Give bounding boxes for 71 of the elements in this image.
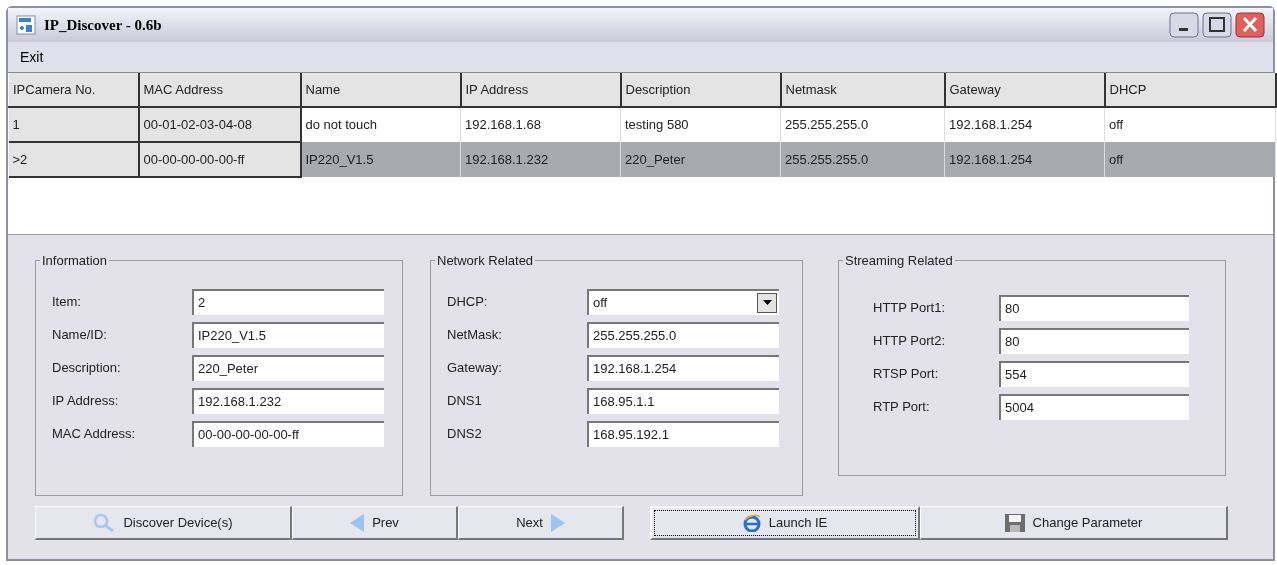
action-button[interactable]: Launch IE <box>650 506 920 540</box>
input-field[interactable]: 192.168.1.254 <box>587 354 779 381</box>
column-header[interactable]: DHCP <box>1104 73 1276 107</box>
field-label: IP Address: <box>52 391 120 410</box>
field-label: HTTP Port1: <box>873 298 946 317</box>
input-field[interactable]: 220_Peter <box>192 354 384 381</box>
field-label: HTTP Port2: <box>873 331 946 350</box>
field-label: RTP Port: <box>873 397 931 416</box>
search-icon <box>93 512 116 533</box>
group-title: Information <box>41 252 109 270</box>
input-field[interactable]: 255.255.255.0 <box>587 321 779 348</box>
input-field[interactable]: 168.95.1.1 <box>587 387 779 414</box>
input-field[interactable]: 192.168.1.232 <box>192 387 384 414</box>
table-cell: 00-00-00-00-00-ff <box>138 142 301 177</box>
field-label: DHCP: <box>447 292 489 311</box>
table-cell: testing 580 <box>620 107 781 142</box>
column-header[interactable]: Description <box>620 73 781 107</box>
action-button[interactable]: Next <box>458 506 624 540</box>
field-label: DNS1 <box>447 391 483 410</box>
table-cell: 255.255.255.0 <box>780 107 945 142</box>
input-field[interactable]: 80 <box>999 294 1189 321</box>
table-cell: 192.168.1.232 <box>460 142 621 177</box>
table-cell: 00-01-02-03-04-08 <box>138 107 301 142</box>
field-label: Gateway: <box>447 358 503 377</box>
input-field[interactable]: 2 <box>192 288 384 315</box>
input-field[interactable]: 5004 <box>999 393 1189 420</box>
dropdown-arrow-icon <box>762 300 772 305</box>
menu-item[interactable]: Exit <box>16 46 48 68</box>
column-header[interactable]: Netmask <box>780 73 945 107</box>
field-label: RTSP Port: <box>873 364 940 383</box>
right-arrow-icon <box>550 513 565 532</box>
table-cell: IP220_V1.5 <box>300 142 461 177</box>
table-cell: do not touch <box>300 107 461 142</box>
column-header[interactable]: Gateway <box>944 73 1105 107</box>
table-cell: 192.168.1.254 <box>944 107 1105 142</box>
field-label: Item: <box>52 292 82 311</box>
browser-icon <box>742 514 761 532</box>
close-icon[interactable] <box>1235 12 1265 38</box>
column-header[interactable]: Name <box>300 73 461 107</box>
table-cell: 192.168.1.254 <box>944 142 1105 177</box>
table-cell: 255.255.255.0 <box>780 142 945 177</box>
maximize-icon[interactable] <box>1202 12 1232 38</box>
table-cell: off <box>1104 107 1276 142</box>
action-button[interactable]: Prev <box>292 506 458 540</box>
table-cell: 192.168.1.68 <box>460 107 621 142</box>
input-field[interactable]: 554 <box>999 360 1189 387</box>
field-label: Description: <box>52 358 122 377</box>
input-field[interactable]: 00-00-00-00-00-ff <box>192 420 384 447</box>
field-label: MAC Address: <box>52 424 137 443</box>
field-label: NetMask: <box>447 325 503 344</box>
dhcp-dropdown[interactable]: off <box>587 288 779 315</box>
action-button[interactable]: Change Parameter <box>920 506 1228 540</box>
row-header[interactable]: 1 <box>8 107 139 142</box>
group-title: Streaming Related <box>844 252 954 270</box>
column-header[interactable]: IP Address <box>460 73 621 107</box>
group-title: Network Related <box>436 252 535 270</box>
input-field[interactable]: 80 <box>999 327 1189 354</box>
field-label: Name/ID: <box>52 325 108 344</box>
column-header[interactable]: IPCamera No. <box>8 73 139 107</box>
action-button[interactable]: Discover Device(s) <box>35 506 292 540</box>
field-label: DNS2 <box>447 424 483 443</box>
app-icon <box>16 15 36 35</box>
table-cell: 220_Peter <box>620 142 781 177</box>
left-arrow-icon <box>350 513 365 532</box>
input-field[interactable]: IP220_V1.5 <box>192 321 384 348</box>
input-field[interactable]: 168.95.192.1 <box>587 420 779 447</box>
table-cell: off <box>1104 142 1276 177</box>
row-header[interactable]: >2 <box>8 142 139 177</box>
column-header[interactable]: MAC Address <box>138 73 301 107</box>
window-title: IP_Discover - 0.6b <box>44 15 162 35</box>
minimize-icon[interactable] <box>1169 12 1199 38</box>
